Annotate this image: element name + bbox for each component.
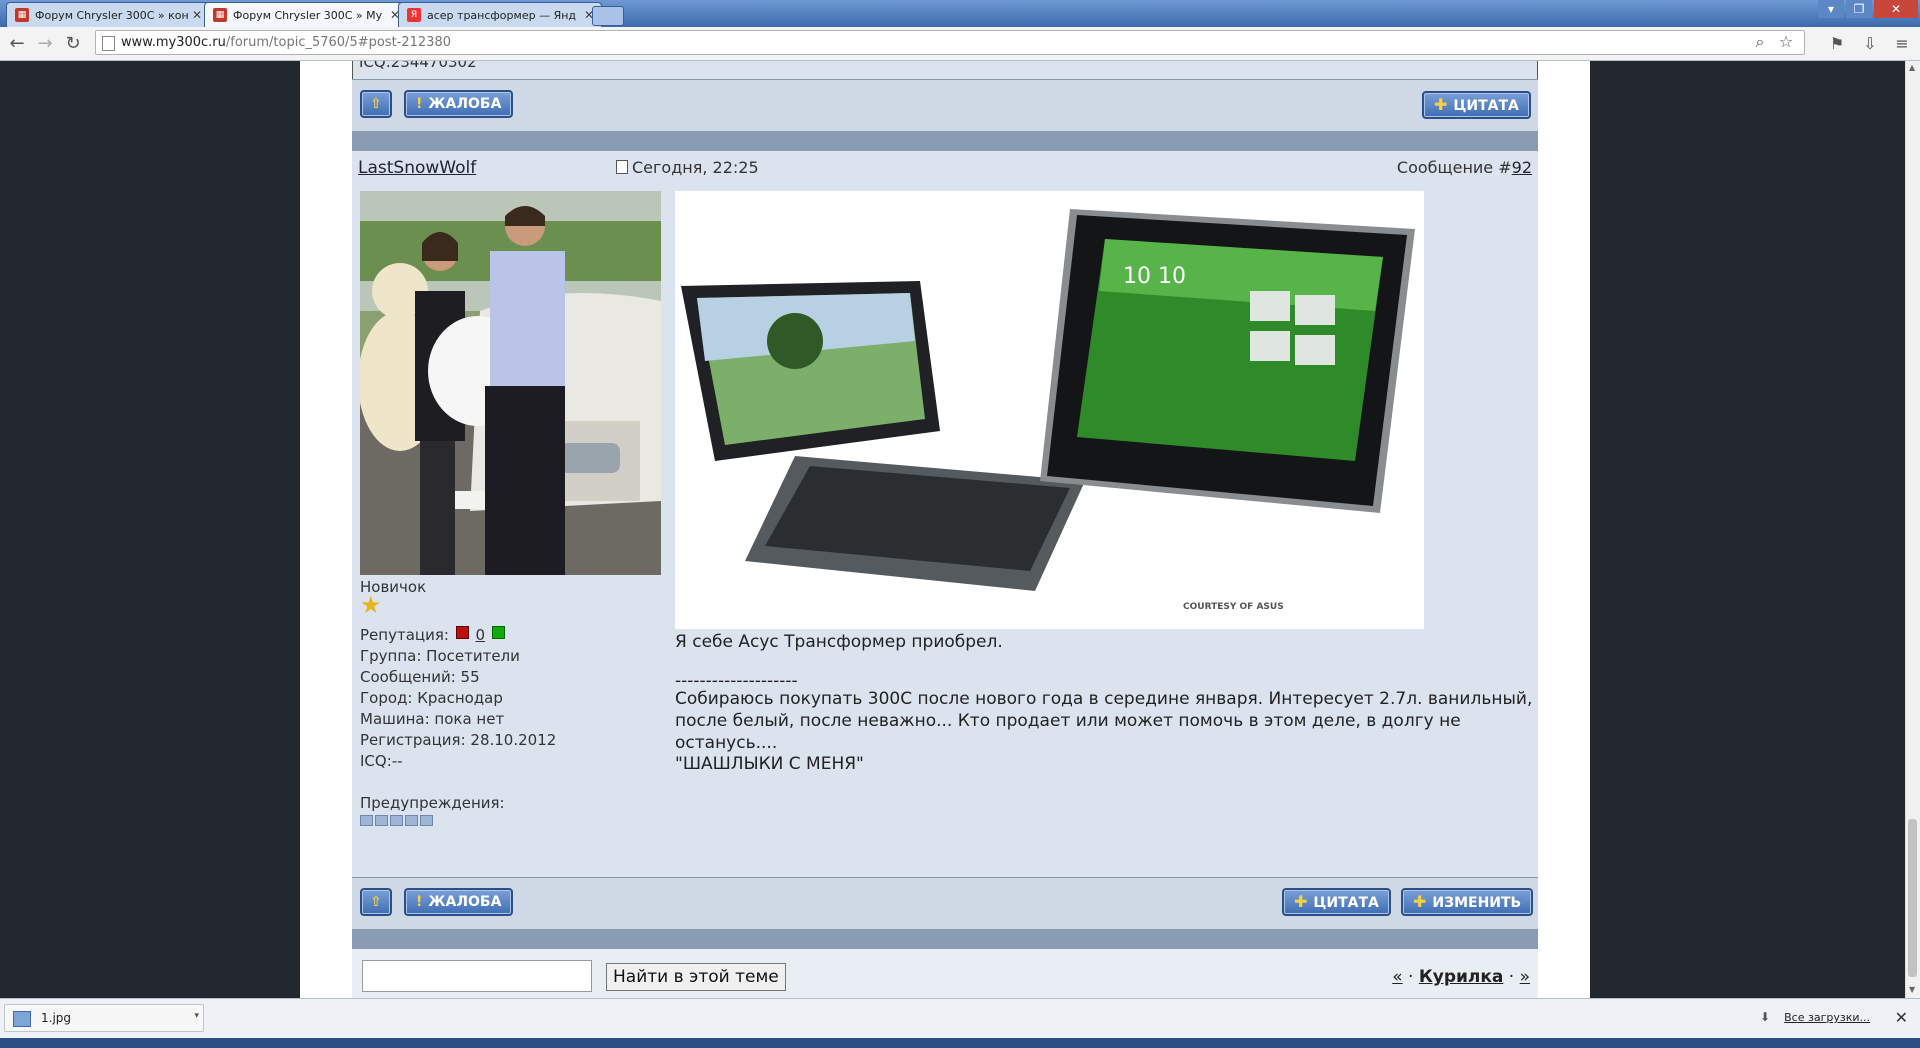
signature-line-3: останусь....: [675, 733, 778, 753]
exclamation-icon: !: [416, 96, 423, 112]
plus-icon: ✚: [1294, 892, 1308, 911]
forum-navigation: « · Курилка · »: [1392, 967, 1530, 987]
author-link[interactable]: LastSnowWolf: [358, 158, 476, 178]
complaint-button[interactable]: ! ЖАЛОБА: [404, 90, 514, 118]
download-shelf: 1.jpg ▾ ⬇ Все загрузки... ✕: [0, 998, 1920, 1039]
user-city: Город: Краснодар: [360, 689, 503, 707]
minimize-icon[interactable]: ▾: [1818, 0, 1844, 18]
image-file-icon: [13, 1011, 31, 1027]
zoom-icon[interactable]: ⌕: [1750, 32, 1770, 52]
quote-button[interactable]: ✚ ЦИТАТА: [1422, 91, 1531, 119]
nav-separator: ·: [1508, 967, 1515, 987]
forward-icon[interactable]: →: [34, 33, 56, 55]
nav-separator: ·: [1408, 967, 1414, 987]
new-tab-button[interactable]: [592, 6, 624, 26]
os-taskbar: [0, 1038, 1920, 1048]
scroll-top-button[interactable]: ⇧: [360, 90, 392, 118]
plus-icon: ✚: [1413, 892, 1427, 911]
avatar: [360, 191, 661, 575]
svg-text:10 10: 10 10: [1123, 264, 1186, 289]
tab-title: асер трансформер — Янд: [427, 9, 577, 22]
tab-yandex[interactable]: Я асер трансформер — Янд ✕: [398, 2, 602, 27]
forum-content: ICQ:234470302 ⇧ ! ЖАЛОБА ✚ ЦИТАТА LastSnow…: [352, 61, 1538, 998]
forum-favicon-icon: ▦: [213, 8, 227, 22]
scroll-down-icon[interactable]: ▼: [1909, 985, 1915, 994]
signature-line-1: Собираюсь покупать 300С после нового год…: [675, 689, 1533, 709]
address-bar[interactable]: www.my300c.ru/forum/topic_5760/5#post-21…: [95, 30, 1805, 55]
download-filename: 1.jpg: [41, 1011, 72, 1025]
browser-toolbar: ← → ↻ www.my300c.ru/forum/topic_5760/5#p…: [0, 27, 1920, 61]
post-number: Сообщение #92: [1396, 158, 1532, 177]
plus-icon: ✚: [1434, 95, 1448, 114]
warning-level: [360, 811, 435, 832]
scroll-thumb[interactable]: [1908, 819, 1917, 977]
back-icon[interactable]: ←: [6, 33, 28, 55]
url-text: www.my300c.ru/forum/topic_5760/5#post-21…: [121, 35, 451, 50]
topic-search-button[interactable]: Найти в этой теме: [606, 963, 786, 991]
post-image: 10 10 COURTESY OF ASUS: [675, 191, 1424, 629]
reputation-value[interactable]: 0: [476, 626, 486, 644]
scroll-up-icon[interactable]: ▲: [1909, 63, 1915, 72]
tab-chrysler-2[interactable]: ▦ Форум Chrysler 300C » Му ✕: [204, 2, 408, 27]
reputation-minus-icon[interactable]: [455, 626, 469, 639]
forum-favicon-icon: ▦: [15, 8, 29, 22]
topic-search-input[interactable]: [362, 960, 592, 992]
restore-icon[interactable]: ❐: [1846, 0, 1872, 18]
post-divider: [352, 929, 1538, 949]
page-viewport: ICQ:234470302 ⇧ ! ЖАЛОБА ✚ ЦИТАТА LastSnow…: [0, 61, 1905, 998]
post-buttons: ⇧ ! ЖАЛОБА ✚ ЦИТАТА ✚ ИЗМЕНИТЬ: [352, 877, 1538, 929]
post-header: LastSnowWolf Сегодня, 22:25 Сообщение #9…: [352, 151, 1538, 187]
chevron-down-icon[interactable]: ▾: [194, 1011, 199, 1021]
forum-link[interactable]: Курилка: [1419, 967, 1504, 987]
tab-title: Форум Chrysler 300C » кон: [35, 9, 189, 22]
download-extension-icon[interactable]: ⇩: [1860, 34, 1880, 54]
signature-line-4: "ШАШЛЫКИ С МЕНЯ": [675, 754, 864, 774]
tab-chrysler-1[interactable]: ▦ Форум Chrysler 300C » кон ✕: [6, 2, 210, 27]
post-permalink[interactable]: 92: [1512, 158, 1532, 177]
download-item[interactable]: 1.jpg ▾: [4, 1004, 204, 1032]
reputation-plus-icon[interactable]: [491, 626, 505, 639]
user-icq: ICQ:--: [360, 752, 403, 770]
yandex-favicon-icon: Я: [407, 8, 421, 22]
rank-star-icon: ★: [360, 591, 382, 619]
user-registered: Регистрация: 28.10.2012: [360, 731, 557, 749]
signature-line-2: после белый, после неважно... Кто продае…: [675, 711, 1461, 731]
user-car: Машина: пока нет: [360, 710, 505, 728]
tab-title: Форум Chrysler 300C » Му: [233, 9, 383, 22]
post-date: Сегодня, 22:25: [616, 158, 759, 177]
quote-button[interactable]: ✚ ЦИТАТА: [1282, 888, 1391, 916]
next-topic-link[interactable]: »: [1520, 967, 1530, 987]
post-divider: [352, 131, 1538, 151]
reputation: Репутация: 0: [360, 625, 507, 646]
prev-post-buttons: ⇧ ! ЖАЛОБА ✚ ЦИТАТА: [352, 79, 1538, 131]
tab-bar: ▦ Форум Chrysler 300C » кон ✕ ▦ Форум Ch…: [0, 0, 1920, 27]
download-arrow-icon: ⬇: [1759, 1010, 1770, 1024]
scroll-top-button[interactable]: ⇧: [360, 888, 392, 916]
image-caption: COURTESY OF ASUS: [1183, 602, 1284, 612]
prev-topic-link[interactable]: «: [1392, 967, 1402, 987]
window-close-icon[interactable]: ✕: [1874, 0, 1918, 18]
close-shelf-icon[interactable]: ✕: [1895, 1008, 1908, 1027]
complaint-button[interactable]: ! ЖАЛОБА: [404, 888, 514, 916]
document-icon: [616, 160, 628, 174]
page-scrollbar[interactable]: ▲ ▼: [1905, 61, 1920, 998]
page-icon: [102, 36, 115, 51]
flag-extension-icon[interactable]: ⚑: [1827, 34, 1847, 54]
topic-search-row: Найти в этой теме « · Курилка · »: [352, 949, 1538, 998]
menu-icon[interactable]: ≡: [1892, 34, 1912, 54]
user-messages: Сообщений: 55: [360, 668, 480, 686]
exclamation-icon: !: [416, 894, 423, 910]
user-group: Группа: Посетители: [360, 647, 520, 665]
close-tab-icon[interactable]: ✕: [192, 8, 202, 22]
prev-icq: ICQ:234470302: [359, 61, 477, 71]
post-body: Новичок ★ Репутация: 0 Группа: Посетител…: [352, 187, 1538, 877]
prev-post-tail: ICQ:234470302: [352, 61, 1538, 79]
bookmark-star-icon[interactable]: ☆: [1776, 32, 1796, 52]
all-downloads-link[interactable]: Все загрузки...: [1784, 1011, 1870, 1024]
edit-button[interactable]: ✚ ИЗМЕНИТЬ: [1401, 888, 1534, 916]
post-text: Я себе Асус Трансформер приобрел.: [675, 632, 1003, 652]
reload-icon[interactable]: ↻: [62, 33, 84, 55]
